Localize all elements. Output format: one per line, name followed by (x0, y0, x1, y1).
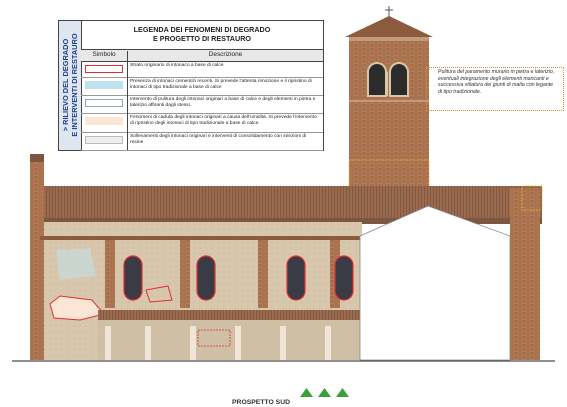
legend-separator (127, 61, 128, 77)
tower-annotation: Pulitura del paramento murario in pietra… (438, 69, 555, 95)
legend-swatch (85, 136, 123, 144)
legend-row-text: Presenza di intonaci cementizi recenti. … (130, 79, 312, 91)
legend-title: LEGENDA DEI FENOMENI DI DEGRADO E PROGET… (81, 21, 323, 49)
legend-row: Sollevamenti degli intonaci originari e … (81, 132, 323, 151)
legend-swatch (85, 99, 123, 107)
legend-row-text: Intervento di pulitura degli intonaci or… (130, 97, 316, 109)
bell-tower (345, 6, 433, 189)
legend-side-label: > RILIEVO DEL DEGRADO E INTERVENTI DI RES… (59, 21, 82, 150)
blank-gable (359, 205, 511, 361)
legend-title-line2: E PROGETTO DI RESTAURO (153, 33, 251, 43)
legend-row: Presenza di intonaci cementizi recenti. … (81, 77, 323, 96)
legend-row-text: Sollevamenti degli intonaci originari e … (130, 134, 307, 146)
legend-row: Strato originario di intonaco a base di … (81, 61, 323, 78)
legend-row: Fenomeni di caduta degli intonaci origin… (81, 113, 323, 133)
legend-separator (127, 77, 128, 95)
north-arrow-icon (318, 388, 331, 397)
legend-row: Intervento di pulitura degli intonaci or… (81, 95, 323, 114)
legend-swatch (85, 117, 123, 125)
legend-separator (127, 95, 128, 113)
legend-row-text: Fenomeni di caduta degli intonaci origin… (130, 115, 317, 127)
north-arrow-icon (336, 388, 349, 397)
legend-separator (127, 113, 128, 132)
side-label-line2: E INTERVENTI DI RESTAURO (70, 33, 79, 137)
col-description: Descrizione (127, 51, 323, 61)
legend-swatch (85, 81, 123, 89)
legend-swatch (85, 65, 123, 73)
side-label-line1: > RILIEVO DEL DEGRADO (61, 38, 70, 132)
north-arrow-icon (300, 388, 313, 397)
col-symbol: Simbolo (92, 51, 116, 58)
legend-separator (127, 132, 128, 150)
legend-row-text: Strato originario di intonaco a base di … (130, 63, 224, 68)
legend: > RILIEVO DEL DEGRADO E INTERVENTI DI RES… (58, 20, 324, 151)
drawing-caption: PROSPETTO SUD (232, 399, 291, 406)
